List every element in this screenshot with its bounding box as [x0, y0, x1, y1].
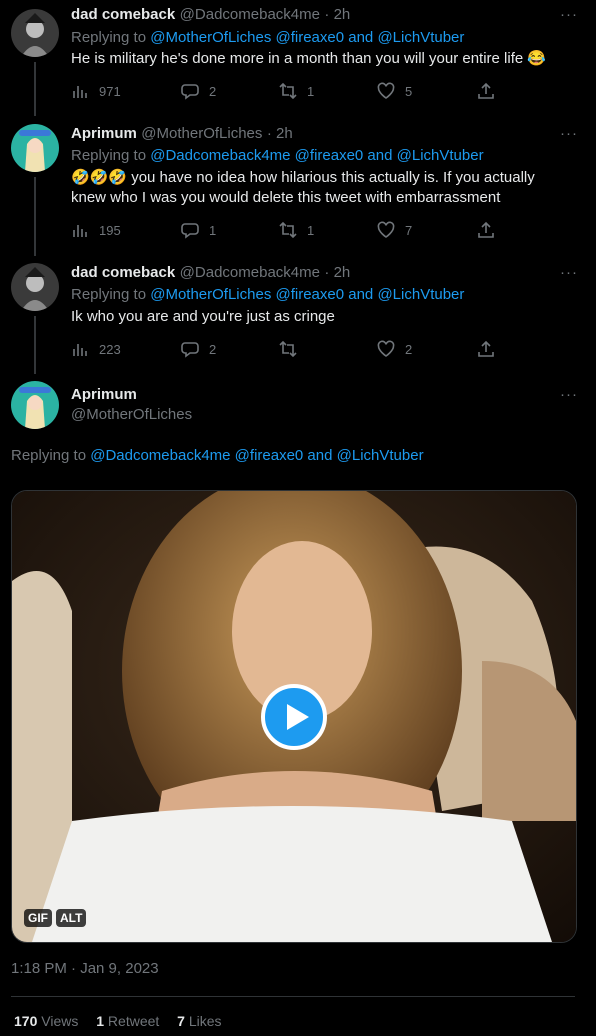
like-count: 2	[405, 341, 413, 357]
views-stat-count: 170	[14, 1013, 38, 1029]
views-count: 195	[99, 222, 121, 238]
views-icon	[73, 225, 87, 237]
display-name[interactable]: Aprimum	[71, 386, 137, 403]
more-icon[interactable]: ···	[560, 125, 578, 142]
replying-label: Replying to	[71, 286, 147, 303]
timestamp[interactable]: · 2h	[324, 6, 350, 23]
replying-label: Replying to	[71, 147, 147, 164]
likes-stat[interactable]: 7 Likes	[177, 1013, 221, 1029]
tweet-text: Ik who you are and you're just as cringe	[71, 308, 335, 325]
replying-mentions[interactable]: @MotherOfLiches @fireaxe0 and @LichVtube…	[150, 286, 464, 303]
handle[interactable]: @MotherOfLiches	[141, 125, 262, 142]
views-button[interactable]: 971	[71, 82, 121, 100]
likes-stat-label: Likes	[188, 1013, 222, 1029]
retweet-button[interactable]: 1	[279, 221, 314, 239]
more-icon[interactable]: ···	[560, 264, 578, 281]
heart-icon	[377, 340, 395, 357]
more-icon[interactable]: ···	[560, 386, 578, 403]
reply-count: 2	[209, 83, 217, 99]
avatar[interactable]	[11, 9, 59, 57]
replying-label: Replying to	[11, 447, 87, 464]
share-icon	[478, 221, 494, 238]
retweet-count: 1	[307, 222, 315, 238]
display-name[interactable]: Aprimum	[71, 125, 137, 142]
share-icon	[478, 82, 494, 99]
share-icon	[478, 340, 494, 357]
retweet-icon	[279, 340, 297, 358]
play-button[interactable]	[261, 684, 327, 750]
reply-button[interactable]: 2	[181, 82, 216, 100]
reply-button[interactable]: 2	[181, 340, 216, 358]
tweet-timestamp[interactable]: 1:18 PM · Jan 9, 2023	[11, 960, 159, 977]
like-count: 7	[405, 222, 413, 238]
display-name[interactable]: dad comeback	[71, 6, 175, 23]
thread-line	[34, 316, 36, 374]
replying-label: Replying to	[71, 29, 147, 46]
handle[interactable]: @MotherOfLiches	[71, 406, 192, 423]
likes-stat-count: 7	[177, 1013, 185, 1029]
avatar[interactable]	[11, 381, 59, 429]
retweets-stat[interactable]: 1 Retweet	[96, 1013, 159, 1029]
views-icon	[73, 86, 87, 98]
handle[interactable]: @Dadcomeback4me	[180, 6, 320, 23]
replying-mentions[interactable]: @MotherOfLiches @fireaxe0 and @LichVtube…	[150, 29, 464, 46]
reply-icon	[181, 342, 199, 358]
share-button[interactable]	[477, 82, 495, 100]
display-name[interactable]: dad comeback	[71, 264, 175, 281]
retweet-count: 1	[307, 83, 315, 99]
timestamp[interactable]: · 2h	[324, 264, 350, 281]
views-count: 971	[99, 83, 121, 99]
views-button[interactable]: 195	[71, 221, 121, 239]
reply-count: 1	[209, 222, 217, 238]
like-button[interactable]: 2	[377, 340, 412, 358]
avatar[interactable]	[11, 124, 59, 172]
retweet-icon	[279, 82, 297, 100]
retweet-icon	[279, 221, 297, 239]
tweet-actions: 971 2 1 5	[71, 82, 494, 102]
views-button[interactable]: 223	[71, 340, 121, 358]
like-count: 5	[405, 83, 413, 99]
more-icon[interactable]: ···	[560, 6, 578, 23]
share-button[interactable]	[477, 221, 495, 239]
tweet-actions: 195 1 1 7	[71, 221, 494, 241]
like-button[interactable]: 5	[377, 82, 412, 100]
gif-badge: GIF	[24, 909, 52, 927]
views-stat: 170 Views	[14, 1013, 78, 1029]
replying-mentions[interactable]: @Dadcomeback4me @fireaxe0 and @LichVtube…	[150, 147, 483, 164]
reply-icon	[181, 84, 199, 100]
tweet-actions: 223 2 2	[71, 340, 494, 360]
reply-button[interactable]: 1	[181, 221, 216, 239]
reply-icon	[181, 223, 199, 239]
replying-mentions[interactable]: @Dadcomeback4me @fireaxe0 and @LichVtube…	[90, 447, 423, 464]
views-stat-label: Views	[41, 1013, 79, 1029]
play-icon	[261, 684, 327, 750]
retweets-stat-count: 1	[96, 1013, 105, 1029]
retweets-stat-label: Retweet	[107, 1013, 160, 1029]
views-count: 223	[99, 341, 121, 357]
like-button[interactable]: 7	[377, 221, 412, 239]
thread-line	[34, 177, 36, 256]
handle[interactable]: @Dadcomeback4me	[180, 264, 320, 281]
views-icon	[73, 344, 87, 356]
retweet-button[interactable]	[279, 340, 307, 358]
reply-count: 2	[209, 341, 217, 357]
tweet-text: He is military he's done more in a month…	[71, 50, 547, 67]
tweet-stats: 170 Views 1 Retweet 7 Likes	[14, 1013, 222, 1029]
thread-line	[34, 62, 36, 116]
avatar[interactable]	[11, 263, 59, 311]
heart-icon	[377, 82, 395, 99]
retweet-button[interactable]: 1	[279, 82, 314, 100]
tweet-text: 🤣🤣🤣 you have no idea how hilarious this …	[71, 169, 535, 206]
share-button[interactable]	[477, 340, 495, 358]
heart-icon	[377, 221, 395, 238]
gif-media[interactable]: GIF ALT	[11, 490, 577, 943]
divider	[11, 996, 575, 997]
alt-badge[interactable]: ALT	[56, 909, 87, 927]
timestamp[interactable]: · 2h	[267, 125, 293, 142]
